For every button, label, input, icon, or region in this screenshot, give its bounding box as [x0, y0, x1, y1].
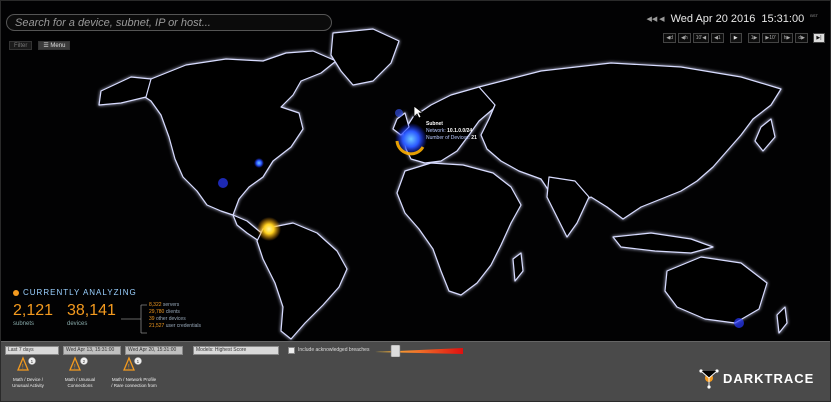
continent-madagascar	[512, 252, 524, 282]
continent-australia	[664, 256, 768, 324]
darktrace-logo: DARKTRACE	[698, 367, 814, 389]
time-back-day-button[interactable]: ◀d	[663, 33, 677, 43]
subnet-tooltip: Subnet Network: 10.1.0.0/24 Number of De…	[426, 121, 477, 142]
search-input[interactable]	[6, 14, 332, 31]
tooltip-devices-label: Number of Devices:	[426, 135, 470, 141]
current-date: Wed Apr 20 2016	[670, 13, 756, 25]
tooltip-network-label: Network:	[426, 128, 446, 134]
end-date-field[interactable]: Wed Apr 20, 15:31:00	[125, 346, 183, 355]
top-toolbar: Filter ☰ Menu	[9, 41, 71, 50]
continent-asia	[478, 62, 782, 220]
time-zone: BST	[810, 13, 818, 18]
current-time: 15:31:00	[761, 13, 805, 25]
alert-unusual-connections[interactable]: ! 2 Math / Unusual Connections	[57, 356, 103, 388]
time-back-1min-button[interactable]: ◀1	[711, 33, 724, 43]
devices-stat: 38,141 devices	[67, 302, 116, 327]
time-nav-arrows[interactable]: ◀◀ ◀	[646, 15, 664, 23]
play-button[interactable]: ▶	[729, 33, 742, 43]
menu-button[interactable]: ☰ Menu	[38, 41, 71, 50]
breakdown-other: 39 other devices	[149, 316, 186, 322]
menu-button-label: Menu	[50, 43, 66, 49]
brand-name: DARKTRACE	[723, 370, 815, 386]
time-fwd-10min-button[interactable]: ▶10'	[762, 33, 779, 43]
tooltip-title: Subnet	[426, 121, 443, 127]
tooltip-devices: 21	[471, 135, 477, 141]
alert-device-unusual[interactable]: ! 1 Math / Device / Unusual Activity	[5, 356, 51, 388]
hotspot-south-us[interactable]	[218, 178, 228, 188]
continent-new-zealand	[776, 306, 788, 334]
analyzing-dot-icon	[13, 289, 19, 296]
time-back-10min-button[interactable]: 10'◀	[692, 33, 710, 43]
mouse-cursor-icon	[413, 105, 423, 119]
time-controls: ◀d ◀h 10'◀ ◀1 ▶ 1▶ ▶10' h▶ d▶ ▶|	[663, 33, 825, 43]
breakdown-credentials: 21,527 user credentials	[149, 323, 201, 329]
alert-label: Math / Device / Unusual Activity	[12, 377, 44, 388]
darktrace-logo-icon	[699, 369, 719, 389]
darktrace-threat-visualizer: Filter ☰ Menu ◀◀ ◀ Wed Apr 20 2016 15:31…	[0, 0, 831, 402]
warning-icon: ! 1	[17, 356, 36, 371]
alert-label: Math / Unusual Connections	[64, 377, 96, 388]
continent-north-america	[138, 50, 337, 216]
datetime-display: ◀◀ ◀ Wed Apr 20 2016 15:31:00 BST	[646, 13, 818, 25]
continent-alaska	[98, 76, 152, 106]
start-date-field[interactable]: Wed Apr 13, 15:31:00	[63, 346, 121, 355]
continent-africa	[396, 162, 522, 296]
devices-label: devices	[67, 321, 88, 327]
breach-panel: Last 7 days Wed Apr 13, 15:31:00 Wed Apr…	[1, 341, 830, 401]
subnets-label: subnets	[13, 321, 35, 327]
continent-japan	[754, 118, 776, 152]
continent-greenland	[330, 28, 400, 86]
filter-button[interactable]: Filter	[9, 41, 33, 50]
currently-analyzing-panel: CURRENTLY ANALYZING 2,121 subnets 38,141…	[13, 288, 313, 334]
time-fwd-1min-button[interactable]: 1▶	[747, 33, 761, 43]
warning-icon: ! 2	[69, 356, 88, 371]
time-fwd-hour-button[interactable]: h▶	[780, 33, 794, 43]
breakdown-clients: 29,780 clients	[149, 309, 180, 315]
include-acknowledged-checkbox[interactable]	[288, 347, 295, 354]
subnets-value: 2,121	[13, 302, 54, 319]
breakdown-servers: 8,322 servers	[149, 302, 180, 308]
period-select[interactable]: Last 7 days	[5, 346, 59, 355]
hotspot-east-us[interactable]	[254, 158, 264, 168]
hotspot-caribbean[interactable]	[257, 217, 281, 241]
jump-to-now-button[interactable]: ▶|	[813, 33, 825, 43]
hotspot-australia[interactable]	[734, 318, 744, 328]
time-fwd-day-button[interactable]: d▶	[795, 33, 808, 43]
warning-icon: ! 1	[123, 356, 142, 371]
devices-value: 38,141	[67, 302, 116, 319]
time-back-hour-button[interactable]: ◀h	[678, 33, 691, 43]
device-breakdown: 8,322 servers 29,780 clients 39 other de…	[149, 302, 201, 330]
subnets-stat: 2,121 subnets	[13, 302, 53, 327]
sort-select[interactable]: Models: Highest Score	[193, 346, 279, 355]
alert-label: Math / Network Profile / Rare connection…	[111, 377, 157, 388]
include-acknowledged-label: Include acknowledged breaches	[298, 347, 370, 353]
analyzing-title: CURRENTLY ANALYZING	[23, 288, 137, 297]
continent-indonesia	[612, 232, 714, 254]
threshold-slider[interactable]	[375, 345, 463, 357]
alert-rare-connection[interactable]: ! 1 Math / Network Profile / Rare connec…	[111, 356, 157, 388]
hotspot-uk[interactable]	[395, 109, 403, 117]
tooltip-network: 10.1.0.0/24	[447, 128, 473, 134]
